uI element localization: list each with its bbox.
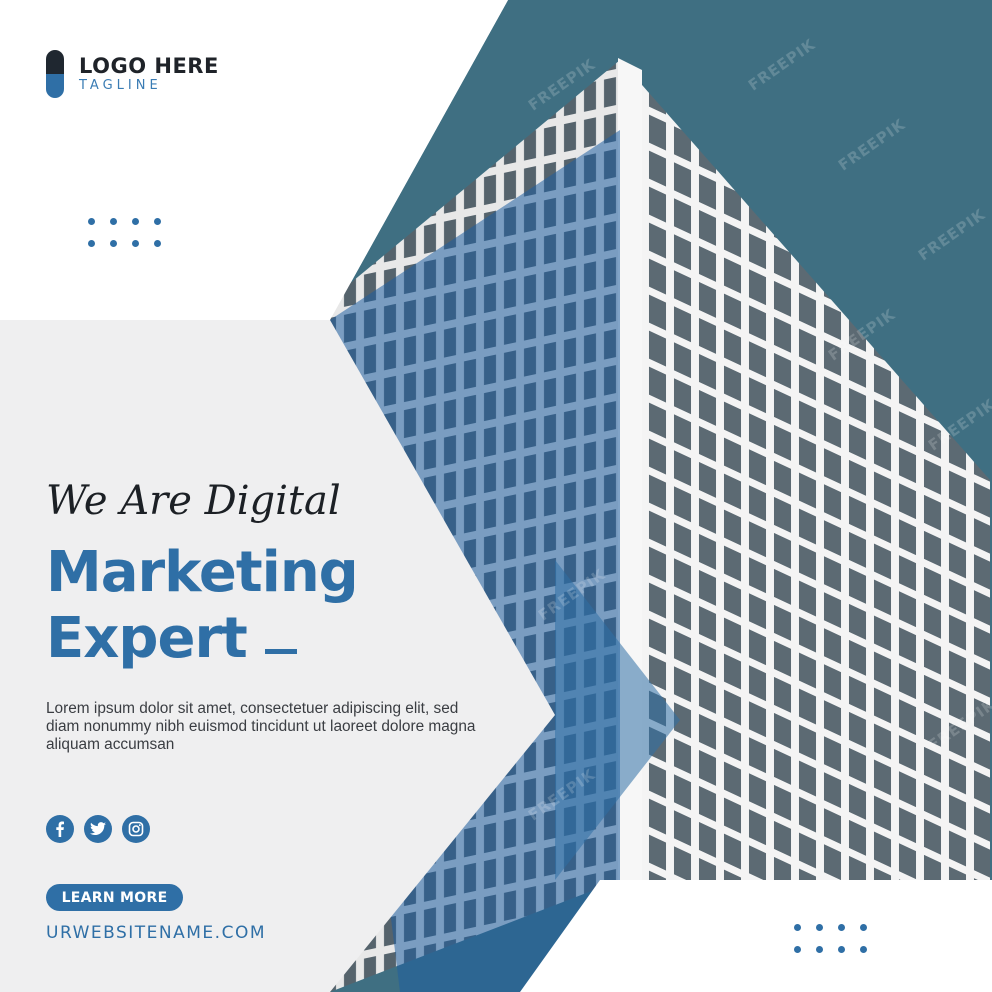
headline-line-2: Expert: [46, 606, 248, 671]
logo-title: LOGO HERE: [79, 54, 219, 78]
twitter-icon[interactable]: [84, 815, 112, 843]
social-media-post: FREEPIK FREEPIK FREEPIK FREEPIK FREEPIK …: [0, 0, 992, 992]
instagram-icon[interactable]: [122, 815, 150, 843]
headline-line-1: Marketing: [46, 540, 359, 605]
underscore-accent: [264, 649, 297, 654]
facebook-icon[interactable]: [46, 815, 74, 843]
learn-more-button[interactable]: LEARN MORE: [46, 884, 183, 911]
logo-mark-icon: [46, 50, 64, 98]
logo: LOGO HERE TAGLINE: [46, 50, 219, 98]
social-links: [46, 815, 150, 843]
website-link[interactable]: URWEBSITENAME.COM: [46, 923, 266, 943]
headline: Marketing Expert: [46, 540, 359, 672]
body-paragraph: Lorem ipsum dolor sit amet, consectetuer…: [46, 700, 476, 753]
logo-tagline: TAGLINE: [79, 78, 162, 93]
dot-grid-top: [88, 218, 161, 247]
script-tagline: We Are Digital: [46, 478, 341, 524]
dot-grid-bottom: [794, 924, 867, 953]
